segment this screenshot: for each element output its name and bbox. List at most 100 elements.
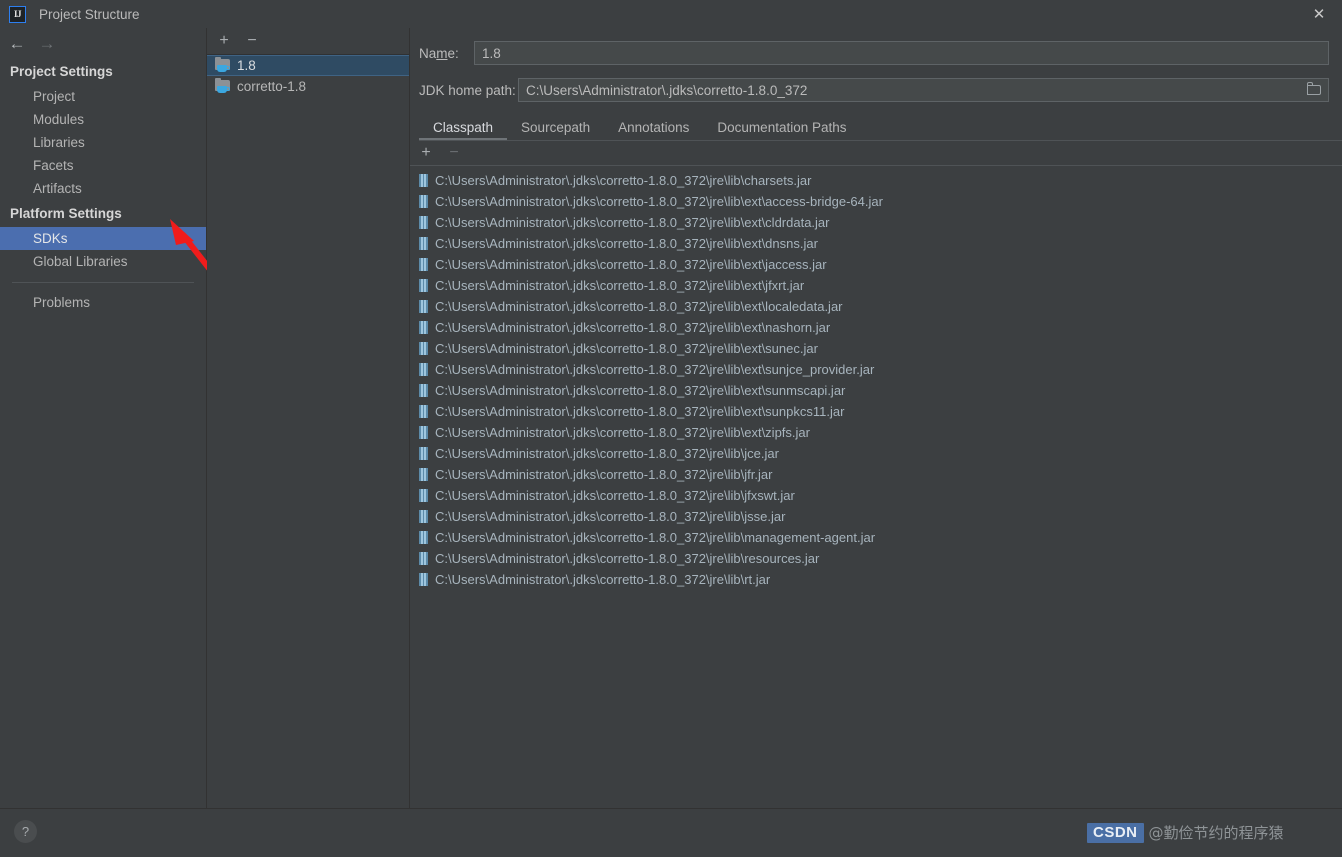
remove-classpath-button[interactable]: − — [447, 145, 461, 161]
watermark: CSDN @勤俭节约的程序猿 — [1087, 822, 1284, 843]
group-title-platform-settings: Platform Settings — [10, 206, 122, 221]
settings-sidebar: ← → Project Settings Project Modules Lib… — [0, 28, 207, 808]
classpath-row[interactable]: C:\Users\Administrator\.jdks\corretto-1.… — [410, 359, 1342, 380]
classpath-row[interactable]: C:\Users\Administrator\.jdks\corretto-1.… — [410, 170, 1342, 191]
classpath-entry-path: C:\Users\Administrator\.jdks\corretto-1.… — [435, 299, 843, 314]
window-title: Project Structure — [39, 6, 140, 22]
forward-arrow-icon[interactable]: → — [38, 35, 56, 52]
classpath-entry-path: C:\Users\Administrator\.jdks\corretto-1.… — [435, 509, 786, 524]
classpath-entry-path: C:\Users\Administrator\.jdks\corretto-1.… — [435, 530, 876, 545]
sdk-detail-panel: Name: 1.8 JDK home path: C:\Users\Admini… — [410, 28, 1342, 808]
name-label: Name: — [419, 45, 459, 61]
jdk-home-path-input[interactable]: C:\Users\Administrator\.jdks\corretto-1.… — [518, 78, 1329, 102]
jdk-folder-icon — [215, 57, 231, 73]
sidebar-item-global-libraries[interactable]: Global Libraries — [0, 250, 206, 273]
classpath-entry-path: C:\Users\Administrator\.jdks\corretto-1.… — [435, 572, 771, 587]
jar-file-icon — [419, 489, 428, 502]
jar-file-icon — [419, 216, 428, 229]
help-icon[interactable]: ? — [14, 820, 37, 843]
sidebar-divider — [12, 282, 194, 283]
jar-file-icon — [419, 384, 428, 397]
classpath-row[interactable]: C:\Users\Administrator\.jdks\corretto-1.… — [410, 338, 1342, 359]
classpath-row[interactable]: C:\Users\Administrator\.jdks\corretto-1.… — [410, 422, 1342, 443]
classpath-row[interactable]: C:\Users\Administrator\.jdks\corretto-1.… — [410, 275, 1342, 296]
jar-file-icon — [419, 426, 428, 439]
jar-file-icon — [419, 552, 428, 565]
name-input[interactable]: 1.8 — [474, 41, 1329, 65]
jdk-folder-icon — [215, 78, 231, 94]
tab-classpath[interactable]: Classpath — [419, 120, 508, 140]
name-field-row: Name: 1.8 — [419, 41, 1329, 65]
jdk-home-path-row: JDK home path: C:\Users\Administrator\.j… — [419, 78, 1329, 102]
jar-file-icon — [419, 510, 428, 523]
jar-file-icon — [419, 321, 428, 334]
sidebar-item-problems[interactable]: Problems — [0, 291, 206, 314]
classpath-row[interactable]: C:\Users\Administrator\.jdks\corretto-1.… — [410, 191, 1342, 212]
sidebar-item-facets[interactable]: Facets — [0, 154, 206, 177]
watermark-tag: CSDN — [1087, 822, 1144, 843]
jar-file-icon — [419, 174, 428, 187]
jdk-home-path-value: C:\Users\Administrator\.jdks\corretto-1.… — [526, 83, 808, 98]
classpath-entry-path: C:\Users\Administrator\.jdks\corretto-1.… — [435, 404, 845, 419]
add-classpath-button[interactable]: + — [419, 145, 433, 161]
browse-folder-icon[interactable] — [1307, 82, 1322, 96]
detail-tabs: Classpath Sourcepath Annotations Documen… — [419, 116, 1342, 141]
sidebar-item-libraries[interactable]: Libraries — [0, 131, 206, 154]
classpath-entry-path: C:\Users\Administrator\.jdks\corretto-1.… — [435, 488, 795, 503]
classpath-row[interactable]: C:\Users\Administrator\.jdks\corretto-1.… — [410, 401, 1342, 422]
classpath-row[interactable]: C:\Users\Administrator\.jdks\corretto-1.… — [410, 548, 1342, 569]
remove-sdk-button[interactable]: − — [245, 33, 259, 49]
classpath-row[interactable]: C:\Users\Administrator\.jdks\corretto-1.… — [410, 506, 1342, 527]
classpath-entry-path: C:\Users\Administrator\.jdks\corretto-1.… — [435, 215, 830, 230]
classpath-entry-path: C:\Users\Administrator\.jdks\corretto-1.… — [435, 383, 846, 398]
classpath-row[interactable]: C:\Users\Administrator\.jdks\corretto-1.… — [410, 464, 1342, 485]
watermark-text: @勤俭节约的程序猿 — [1148, 824, 1284, 842]
classpath-entry-path: C:\Users\Administrator\.jdks\corretto-1.… — [435, 173, 812, 188]
close-icon[interactable]: ✕ — [1296, 0, 1342, 28]
classpath-row[interactable]: C:\Users\Administrator\.jdks\corretto-1.… — [410, 443, 1342, 464]
classpath-entry-path: C:\Users\Administrator\.jdks\corretto-1.… — [435, 194, 883, 209]
intellij-logo-icon: IJ — [9, 5, 26, 23]
classpath-entry-path: C:\Users\Administrator\.jdks\corretto-1.… — [435, 425, 810, 440]
sidebar-item-modules[interactable]: Modules — [0, 108, 206, 131]
jar-file-icon — [419, 573, 428, 586]
jar-file-icon — [419, 342, 428, 355]
classpath-row[interactable]: C:\Users\Administrator\.jdks\corretto-1.… — [410, 296, 1342, 317]
tab-sourcepath[interactable]: Sourcepath — [507, 120, 604, 140]
group-title-project-settings: Project Settings — [10, 64, 113, 79]
sidebar-item-sdks[interactable]: SDKs — [0, 227, 206, 250]
back-arrow-icon[interactable]: ← — [8, 35, 26, 52]
jar-file-icon — [419, 468, 428, 481]
jdk-home-path-label: JDK home path: — [419, 82, 516, 98]
project-structure-dialog: IJ Project Structure ✕ ← → Project Setti… — [0, 0, 1342, 857]
classpath-entry-path: C:\Users\Administrator\.jdks\corretto-1.… — [435, 320, 831, 335]
logo-text: IJ — [13, 8, 22, 19]
navigation-arrows: ← → — [0, 28, 206, 58]
classpath-row[interactable]: C:\Users\Administrator\.jdks\corretto-1.… — [410, 569, 1342, 590]
tab-annotations[interactable]: Annotations — [604, 120, 703, 140]
add-sdk-button[interactable]: + — [217, 33, 231, 49]
sdk-list-item-1-8[interactable]: 1.8 — [207, 55, 409, 76]
sdk-list-item-corretto[interactable]: corretto-1.8 — [207, 76, 409, 97]
classpath-row[interactable]: C:\Users\Administrator\.jdks\corretto-1.… — [410, 317, 1342, 338]
classpath-row[interactable]: C:\Users\Administrator\.jdks\corretto-1.… — [410, 212, 1342, 233]
classpath-entry-path: C:\Users\Administrator\.jdks\corretto-1.… — [435, 341, 818, 356]
jar-file-icon — [419, 300, 428, 313]
sdk-toolbar: + − — [207, 28, 409, 55]
classpath-row[interactable]: C:\Users\Administrator\.jdks\corretto-1.… — [410, 233, 1342, 254]
classpath-toolbar: + − — [410, 141, 1342, 166]
classpath-row[interactable]: C:\Users\Administrator\.jdks\corretto-1.… — [410, 380, 1342, 401]
sidebar-item-project[interactable]: Project — [0, 85, 206, 108]
sdk-label: 1.8 — [237, 58, 256, 73]
classpath-row[interactable]: C:\Users\Administrator\.jdks\corretto-1.… — [410, 527, 1342, 548]
classpath-row[interactable]: C:\Users\Administrator\.jdks\corretto-1.… — [410, 485, 1342, 506]
sidebar-item-artifacts[interactable]: Artifacts — [0, 177, 206, 200]
tab-documentation-paths[interactable]: Documentation Paths — [703, 120, 860, 140]
sdk-list: 1.8 corretto-1.8 — [207, 55, 409, 97]
classpath-entry-path: C:\Users\Administrator\.jdks\corretto-1.… — [435, 236, 818, 251]
classpath-row[interactable]: C:\Users\Administrator\.jdks\corretto-1.… — [410, 254, 1342, 275]
classpath-entry-path: C:\Users\Administrator\.jdks\corretto-1.… — [435, 551, 820, 566]
classpath-entry-path: C:\Users\Administrator\.jdks\corretto-1.… — [435, 467, 773, 482]
jar-file-icon — [419, 258, 428, 271]
jar-file-icon — [419, 405, 428, 418]
